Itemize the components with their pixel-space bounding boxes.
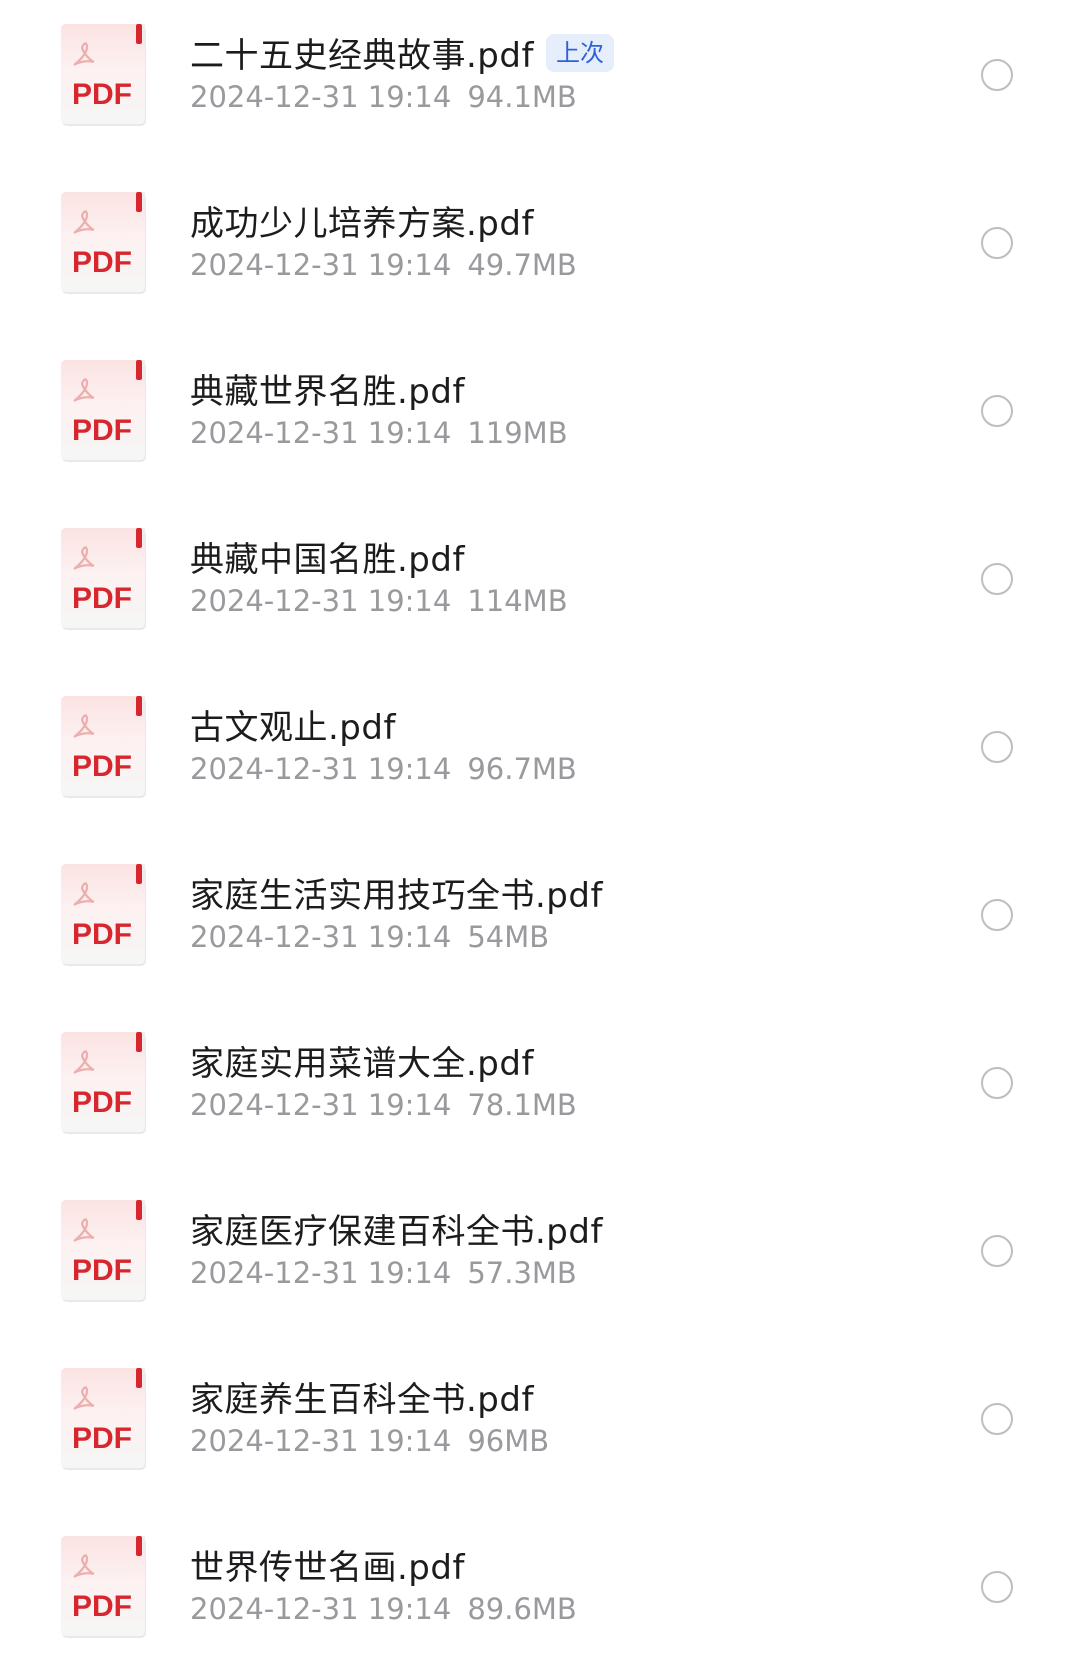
file-date: 2024-12-31 19:14 <box>190 1592 452 1626</box>
svg-text:PDF: PDF <box>72 246 132 279</box>
file-meta: 2024-12-31 19:14 96MB <box>190 1424 549 1458</box>
pdf-file-icon: PDF <box>60 1366 150 1474</box>
file-list: PDF 二十五史经典故事.pdf 上次 2024-12-31 19:14 94.1MB P… <box>0 0 1080 1655</box>
file-name-line: 家庭养生百科全书.pdf <box>190 1372 534 1421</box>
file-name-line: 古文观止.pdf <box>190 700 396 749</box>
file-row[interactable]: PDF 典藏中国名胜.pdf 2024-12-31 19:14 114MB <box>0 504 1080 672</box>
file-date: 2024-12-31 19:14 <box>190 920 452 954</box>
file-meta: 2024-12-31 19:14 54MB <box>190 920 549 954</box>
file-name: 典藏中国名胜.pdf <box>190 540 465 580</box>
svg-text:PDF: PDF <box>72 78 132 111</box>
pdf-file-icon: PDF <box>60 358 150 466</box>
file-date: 2024-12-31 19:14 <box>190 80 452 114</box>
file-name-line: 家庭医疗保建百科全书.pdf <box>190 1204 603 1253</box>
file-name: 家庭生活实用技巧全书.pdf <box>190 876 603 916</box>
file-size: 49.7MB <box>467 248 577 282</box>
file-size: 119MB <box>467 416 568 450</box>
svg-text:PDF: PDF <box>72 1422 132 1455</box>
pdf-file-icon: PDF <box>60 22 150 130</box>
select-radio-button[interactable] <box>981 1403 1013 1435</box>
select-radio-button[interactable] <box>981 1067 1013 1099</box>
file-row[interactable]: PDF 家庭养生百科全书.pdf 2024-12-31 19:14 96MB <box>0 1344 1080 1512</box>
pdf-file-icon: PDF <box>60 1030 150 1138</box>
file-name: 家庭养生百科全书.pdf <box>190 1380 534 1420</box>
select-radio-button[interactable] <box>981 59 1013 91</box>
file-size: 54MB <box>467 920 550 954</box>
select-radio-button[interactable] <box>981 731 1013 763</box>
file-date: 2024-12-31 19:14 <box>190 1424 452 1458</box>
file-row[interactable]: PDF 家庭生活实用技巧全书.pdf 2024-12-31 19:14 54MB <box>0 840 1080 1008</box>
file-name-line: 成功少儿培养方案.pdf <box>190 196 534 245</box>
file-name-line: 二十五史经典故事.pdf 上次 <box>190 28 614 77</box>
file-meta: 2024-12-31 19:14 96.7MB <box>190 752 577 786</box>
svg-text:PDF: PDF <box>72 1590 132 1623</box>
file-row[interactable]: PDF 典藏世界名胜.pdf 2024-12-31 19:14 119MB <box>0 336 1080 504</box>
svg-text:PDF: PDF <box>72 414 132 447</box>
svg-text:PDF: PDF <box>72 582 132 615</box>
file-name: 家庭医疗保建百科全书.pdf <box>190 1212 603 1252</box>
file-name: 古文观止.pdf <box>190 708 396 748</box>
svg-text:PDF: PDF <box>72 918 132 951</box>
file-name: 二十五史经典故事.pdf <box>190 36 534 76</box>
select-radio-button[interactable] <box>981 1235 1013 1267</box>
file-name: 典藏世界名胜.pdf <box>190 372 465 412</box>
file-name: 世界传世名画.pdf <box>190 1548 465 1588</box>
file-date: 2024-12-31 19:14 <box>190 752 452 786</box>
file-meta: 2024-12-31 19:14 119MB <box>190 416 568 450</box>
svg-text:PDF: PDF <box>72 1086 132 1119</box>
file-size: 96.7MB <box>467 752 577 786</box>
select-radio-button[interactable] <box>981 395 1013 427</box>
file-meta: 2024-12-31 19:14 114MB <box>190 584 568 618</box>
file-name-line: 家庭实用菜谱大全.pdf <box>190 1036 534 1085</box>
file-meta: 2024-12-31 19:14 89.6MB <box>190 1592 577 1626</box>
file-date: 2024-12-31 19:14 <box>190 1088 452 1122</box>
file-name: 成功少儿培养方案.pdf <box>190 204 534 244</box>
file-row[interactable]: PDF 家庭实用菜谱大全.pdf 2024-12-31 19:14 78.1MB <box>0 1008 1080 1176</box>
file-name-line: 世界传世名画.pdf <box>190 1540 465 1589</box>
file-size: 96MB <box>467 1424 550 1458</box>
pdf-file-icon: PDF <box>60 1198 150 1306</box>
select-radio-button[interactable] <box>981 563 1013 595</box>
file-size: 89.6MB <box>467 1592 577 1626</box>
file-name-line: 典藏世界名胜.pdf <box>190 364 465 413</box>
pdf-file-icon: PDF <box>60 190 150 298</box>
file-date: 2024-12-31 19:14 <box>190 1256 452 1290</box>
file-meta: 2024-12-31 19:14 94.1MB <box>190 80 577 114</box>
svg-text:PDF: PDF <box>72 1254 132 1287</box>
file-row[interactable]: PDF 成功少儿培养方案.pdf 2024-12-31 19:14 49.7MB <box>0 168 1080 336</box>
file-row[interactable]: PDF 古文观止.pdf 2024-12-31 19:14 96.7MB <box>0 672 1080 840</box>
pdf-file-icon: PDF <box>60 694 150 802</box>
file-meta: 2024-12-31 19:14 78.1MB <box>190 1088 577 1122</box>
select-radio-button[interactable] <box>981 227 1013 259</box>
file-row[interactable]: PDF 二十五史经典故事.pdf 上次 2024-12-31 19:14 94.1MB <box>0 0 1080 168</box>
file-size: 94.1MB <box>467 80 577 114</box>
file-name-line: 家庭生活实用技巧全书.pdf <box>190 868 603 917</box>
last-opened-badge: 上次 <box>545 33 614 72</box>
select-radio-button[interactable] <box>981 899 1013 931</box>
file-date: 2024-12-31 19:14 <box>190 248 452 282</box>
file-name: 家庭实用菜谱大全.pdf <box>190 1044 534 1084</box>
file-size: 114MB <box>467 584 568 618</box>
pdf-file-icon: PDF <box>60 862 150 970</box>
svg-text:PDF: PDF <box>72 750 132 783</box>
file-size: 78.1MB <box>467 1088 577 1122</box>
select-radio-button[interactable] <box>981 1571 1013 1603</box>
file-meta: 2024-12-31 19:14 49.7MB <box>190 248 577 282</box>
pdf-file-icon: PDF <box>60 1534 150 1642</box>
file-date: 2024-12-31 19:14 <box>190 416 452 450</box>
file-date: 2024-12-31 19:14 <box>190 584 452 618</box>
file-meta: 2024-12-31 19:14 57.3MB <box>190 1256 577 1290</box>
file-row[interactable]: PDF 家庭医疗保建百科全书.pdf 2024-12-31 19:14 57.3MB <box>0 1176 1080 1344</box>
pdf-file-icon: PDF <box>60 526 150 634</box>
file-name-line: 典藏中国名胜.pdf <box>190 532 465 581</box>
file-size: 57.3MB <box>467 1256 577 1290</box>
